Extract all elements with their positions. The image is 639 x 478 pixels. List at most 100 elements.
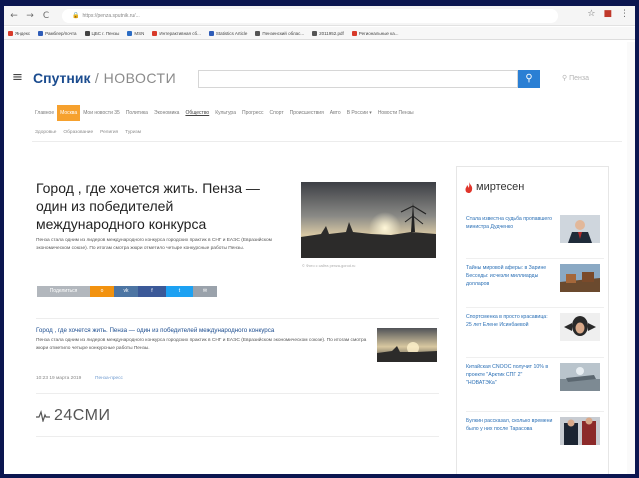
logo-brand: Спутник [33, 70, 91, 86]
bookmark-favicon [8, 30, 13, 36]
bookmark-favicon [152, 30, 158, 36]
widget-item-image[interactable] [560, 417, 600, 445]
widget-separator [466, 411, 604, 412]
scrollbar[interactable] [627, 42, 635, 474]
nav-item[interactable]: Культура [212, 105, 239, 121]
search-icon: ⚲ [525, 73, 533, 84]
bookmark-item[interactable]: Statistics Article [208, 30, 248, 36]
smi-block[interactable]: 24СМИ [36, 407, 111, 425]
widget-header[interactable]: миртесен [465, 181, 524, 193]
logo-divider: / [90, 70, 104, 86]
bookmark-label: 2011952.pdf [319, 30, 344, 36]
widget-item-text[interactable]: Стала известна судьба пропавшего министр… [466, 215, 554, 231]
nav-item[interactable]: Новости Пензы [375, 105, 417, 121]
article-divider-2 [36, 393, 439, 394]
nav-item[interactable]: Главное [32, 105, 57, 121]
article-source-link[interactable]: Пенза-пресс [95, 376, 123, 381]
search-input[interactable] [198, 70, 518, 88]
hamburger-menu-icon[interactable]: ≡ [12, 71, 23, 84]
bookmark-label: Statistics Article [215, 30, 248, 36]
bookmark-item[interactable]: 2011952.pdf [312, 30, 344, 36]
nav-item[interactable]: Мои новости 35 [80, 105, 123, 121]
widget-item-text[interactable]: Спортсменка в просто красавица: 25 лет Е… [466, 313, 554, 329]
main-article-image[interactable] [301, 182, 436, 258]
nav-divider [32, 141, 622, 142]
bookmark-favicon [38, 30, 44, 36]
nav-item[interactable]: Авто [327, 105, 344, 121]
bookmark-item[interactable]: ЦБС г. Пензы [84, 30, 119, 36]
main-article-title[interactable]: Город , где хочется жить. Пенза — один и… [36, 179, 284, 233]
nav-item[interactable]: Общество [182, 105, 212, 121]
bookmark-item[interactable]: Яндекс [8, 30, 30, 36]
mirtesen-widget: миртесен Стала известна судьба пропавшег… [456, 166, 609, 474]
share-vk-button[interactable]: vk [114, 286, 138, 297]
back-icon[interactable]: ← [8, 10, 20, 22]
widget-item-text[interactable]: Булкин рассказал, сколько времени было у… [466, 417, 554, 433]
bookmark-label: Пензенский облас... [262, 30, 305, 36]
nav-item[interactable]: Прогресс [239, 105, 267, 121]
nav-item[interactable]: Спорт [267, 105, 287, 121]
site-logo[interactable]: Спутник / НОВОСТИ [33, 70, 176, 86]
widget-item[interactable]: Китайская CNOOC получит 10% в проекте "А… [466, 363, 604, 403]
widget-item-text[interactable]: Тайны мировой аферы: в Зарине Бесседы: и… [466, 264, 554, 288]
bookmark-label: Рамблер/почта [45, 30, 77, 36]
widget-item-image[interactable] [560, 313, 600, 341]
smi-logo-text: 24СМИ [54, 407, 111, 424]
image-caption: © Фото с сайта penza-gorod.ru [302, 264, 356, 268]
second-article-lead: Пенза стала одним из лидеров международн… [36, 338, 367, 351]
widget-item-image[interactable] [560, 215, 600, 243]
widget-item[interactable]: Тайны мировой аферы: в Зарине Бесседы: и… [466, 264, 604, 304]
share-email-button[interactable]: ✉ [193, 286, 217, 297]
reload-icon[interactable]: C [40, 10, 52, 22]
share-bar: Поделиться о vk f t ✉ [37, 286, 217, 297]
share-facebook-button[interactable]: f [138, 286, 166, 297]
bookmark-item[interactable]: Пензенский облас... [255, 30, 305, 36]
url-field[interactable]: 🔒 https://penza.sputnik.ru/... [62, 9, 558, 23]
bookmark-item[interactable]: MSN [127, 30, 144, 36]
nav-item[interactable]: Политика [123, 105, 151, 121]
widget-item[interactable]: Стала известна судьба пропавшего министр… [466, 215, 604, 255]
subnav-item[interactable]: Образование [63, 130, 93, 135]
nav-item[interactable]: Происшествия [287, 105, 327, 121]
subnav-item[interactable]: Религия [100, 130, 118, 135]
share-label: Поделиться [37, 286, 90, 297]
address-bar: ← → C 🔒 https://penza.sputnik.ru/... ☆ ■ … [4, 6, 635, 26]
widget-item-image[interactable] [560, 363, 600, 391]
nav-item[interactable]: В России ▾ [344, 105, 375, 121]
bookmark-item[interactable]: Региональные ка... [351, 30, 399, 36]
widget-item[interactable]: Спортсменка в просто красавица: 25 лет Е… [466, 313, 604, 353]
subnav-item[interactable]: Здоровье [35, 130, 56, 135]
widget-item-text[interactable]: Китайская CNOOC получит 10% в проекте "А… [466, 363, 554, 387]
nav-item[interactable]: Москва [57, 105, 81, 121]
region-selector[interactable]: ⚲ Пенза [562, 74, 589, 82]
bookmark-favicon [312, 30, 318, 36]
forward-icon[interactable]: → [24, 10, 36, 22]
search-button[interactable]: ⚲ [518, 70, 540, 88]
widget-item[interactable]: Булкин рассказал, сколько времени было у… [466, 417, 604, 457]
subnav-item[interactable]: Туризм [125, 130, 141, 135]
nav-item[interactable]: Экономика [151, 105, 182, 121]
widget-separator [466, 357, 604, 358]
second-article-title[interactable]: Город , где хочется жить. Пенза — один и… [36, 326, 371, 335]
share-ok-button[interactable]: о [90, 286, 114, 297]
browser-window: ← → C 🔒 https://penza.sputnik.ru/... ☆ ■ … [4, 6, 635, 474]
widget-item-image[interactable] [560, 264, 600, 292]
widget-separator [466, 258, 604, 259]
bookmark-favicon [351, 30, 357, 36]
extension-icon[interactable]: ■ [603, 9, 612, 19]
url-text: https://penza.sputnik.ru/... [82, 13, 140, 19]
browser-actions: ☆ ■ ⋮ [587, 9, 629, 19]
bookmark-favicon [255, 30, 261, 36]
star-icon[interactable]: ☆ [587, 9, 595, 19]
share-twitter-button[interactable]: t [166, 286, 193, 297]
article-date: 10:23 19 марта 2019 [36, 376, 82, 381]
bookmark-item[interactable]: Рамблер/почта [38, 30, 77, 36]
flame-icon [465, 181, 473, 193]
logo-section: НОВОСТИ [103, 70, 177, 86]
bookmark-item[interactable]: Интерактивная сб... [152, 30, 201, 36]
menu-dots-icon[interactable]: ⋮ [620, 9, 629, 19]
second-article-image[interactable] [377, 328, 437, 362]
article-divider-3 [36, 436, 439, 437]
bookmark-favicon [127, 30, 133, 36]
bookmark-favicon [84, 30, 90, 36]
